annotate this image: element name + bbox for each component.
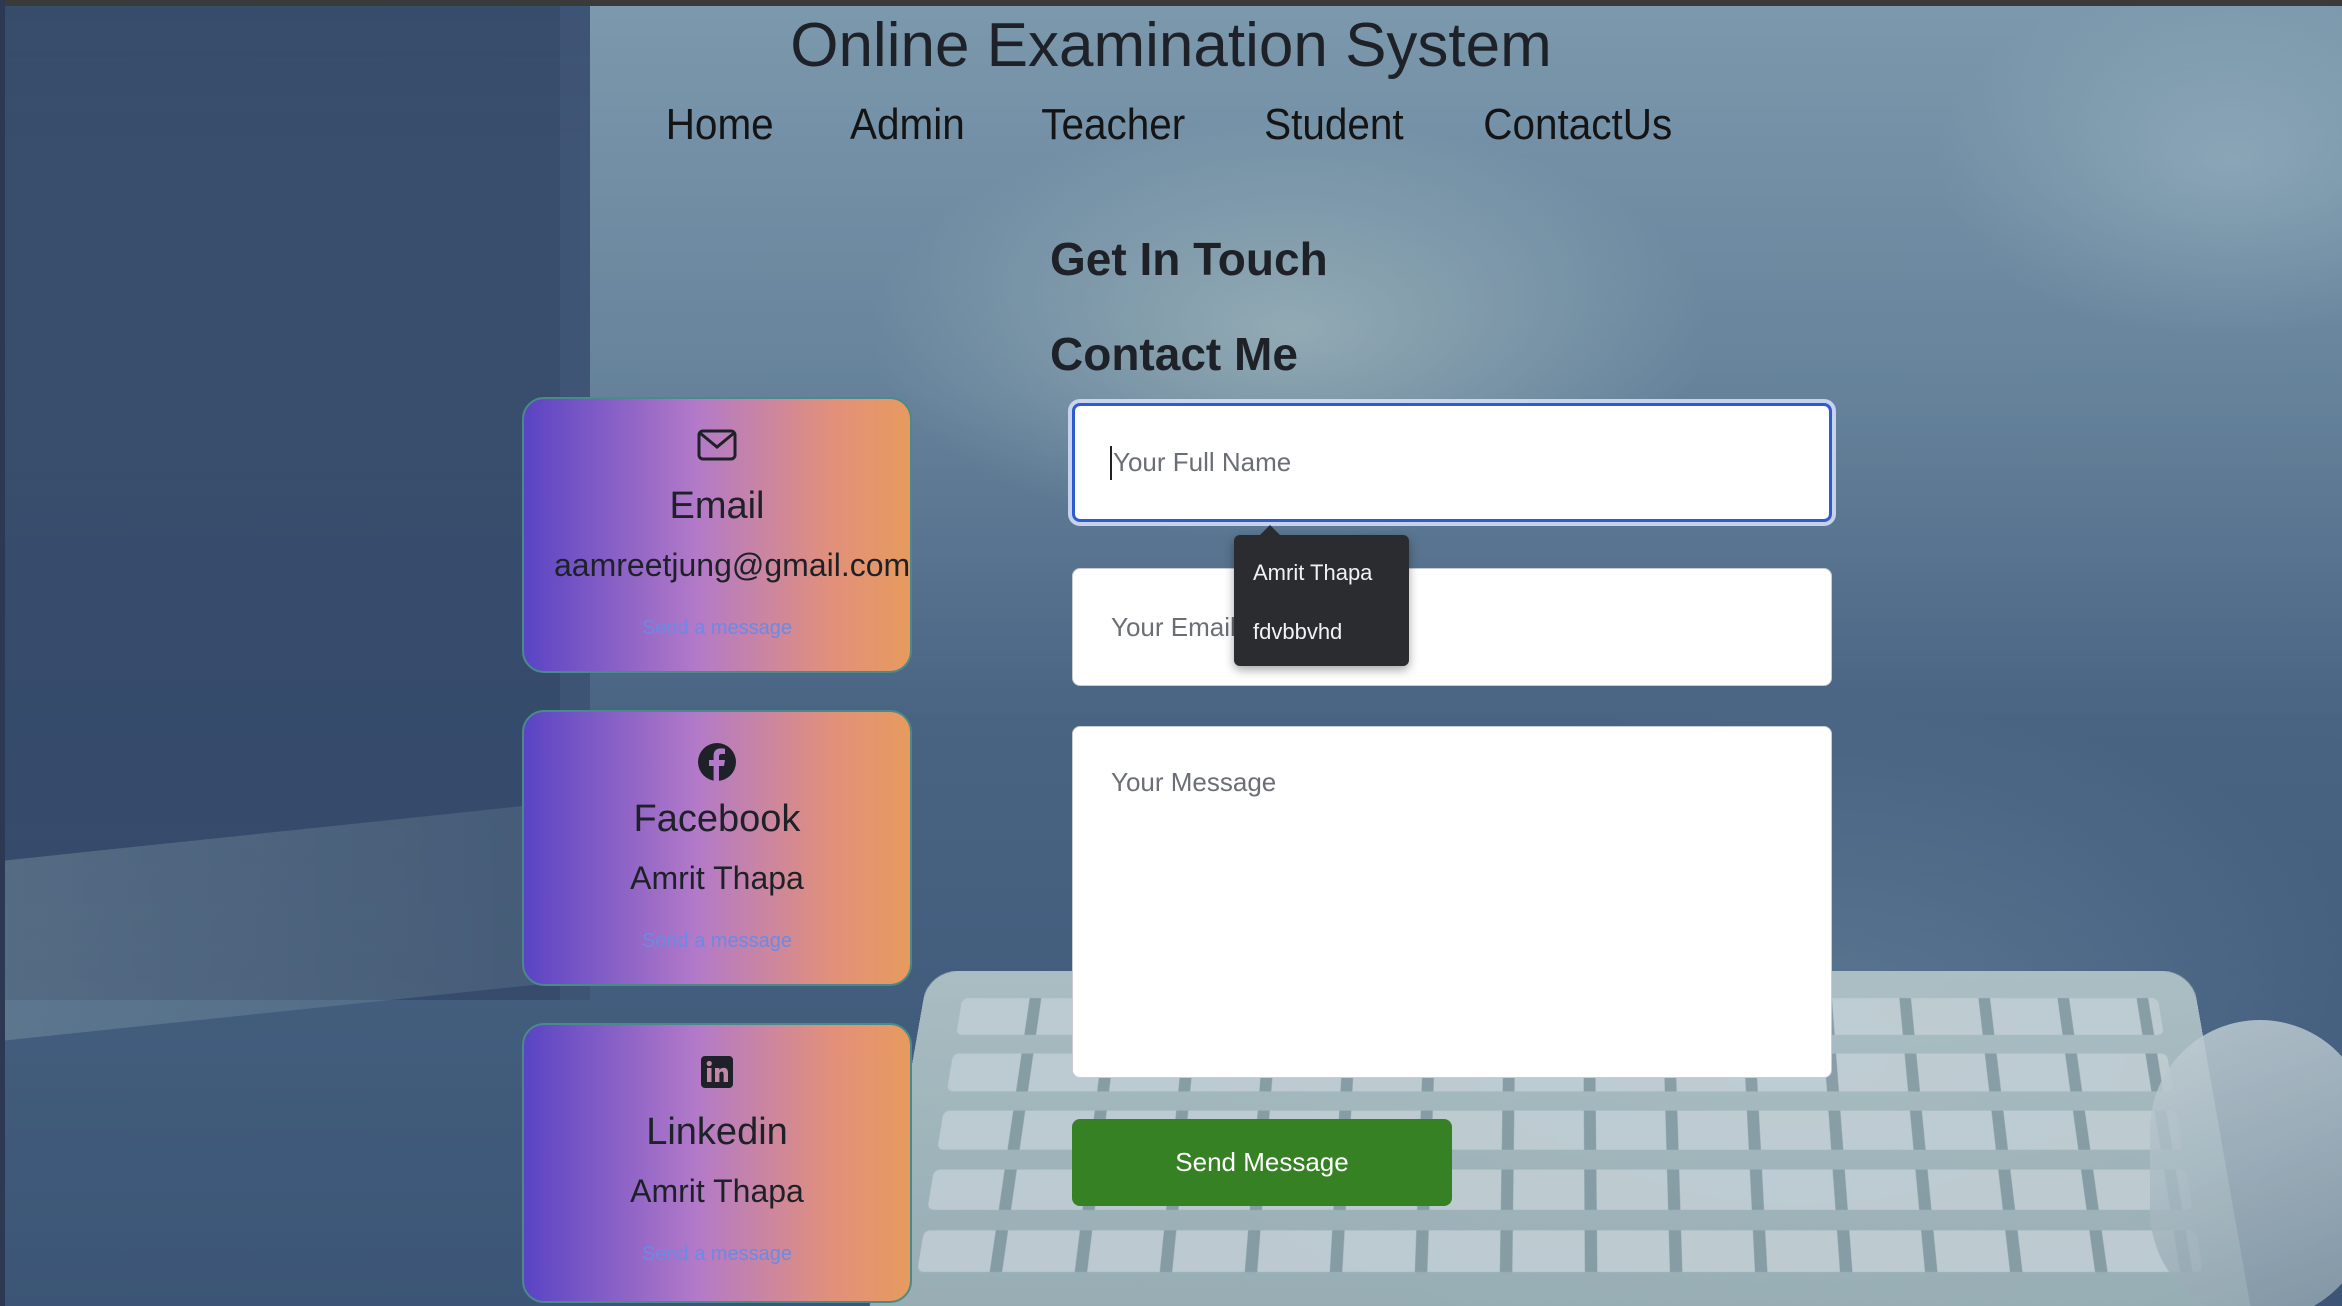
site-title: Online Examination System	[790, 11, 1552, 80]
text-caret	[1110, 446, 1112, 480]
linkedin-card-title: Linkedin	[646, 1111, 788, 1153]
contact-me-heading: Contact Me	[1050, 328, 1298, 380]
email-card-title: Email	[669, 485, 765, 527]
autofill-suggestion[interactable]: Amrit Thapa	[1253, 560, 1372, 586]
full-name-input[interactable]	[1072, 403, 1832, 522]
autofill-suggestion[interactable]: fdvbbvhd	[1253, 619, 1342, 645]
autofill-dropdown: Amrit Thapa fdvbbvhd	[1234, 525, 1409, 666]
facebook-card-title: Facebook	[633, 798, 801, 840]
main-nav: Home Admin Teacher Student ContactUs	[0, 100, 2342, 150]
nav-admin[interactable]: Admin	[849, 100, 964, 150]
linkedin-card-value: Amrit Thapa	[630, 1173, 804, 1209]
email-card-value: aamreetjung@gmail.com	[554, 547, 911, 583]
nav-contactus[interactable]: ContactUs	[1484, 100, 1673, 150]
email-input[interactable]	[1072, 568, 1832, 686]
email-card: Email aamreetjung@gmail.com Send a messa…	[522, 397, 912, 673]
facebook-card-value: Amrit Thapa	[630, 860, 804, 896]
facebook-send-message-link[interactable]: Send a message	[524, 930, 910, 953]
nav-home[interactable]: Home	[666, 100, 774, 150]
get-in-touch-heading: Get In Touch	[1050, 233, 1328, 285]
send-message-button[interactable]: Send Message	[1072, 1119, 1452, 1206]
page: Online Examination System Home Admin Tea…	[0, 0, 2342, 1306]
envelope-icon	[524, 429, 910, 461]
window-left-edge	[0, 0, 5, 1306]
message-textarea[interactable]	[1072, 726, 1832, 1078]
facebook-card: Facebook Amrit Thapa Send a message	[522, 710, 912, 986]
linkedin-icon	[524, 1055, 910, 1089]
nav-student[interactable]: Student	[1264, 100, 1404, 150]
window-top-edge	[0, 0, 2342, 6]
facebook-icon	[524, 742, 910, 782]
email-send-message-link[interactable]: Send a message	[524, 617, 910, 640]
nav-teacher[interactable]: Teacher	[1041, 100, 1185, 150]
linkedin-card: Linkedin Amrit Thapa Send a message	[522, 1023, 912, 1303]
linkedin-send-message-link[interactable]: Send a message	[524, 1243, 910, 1266]
